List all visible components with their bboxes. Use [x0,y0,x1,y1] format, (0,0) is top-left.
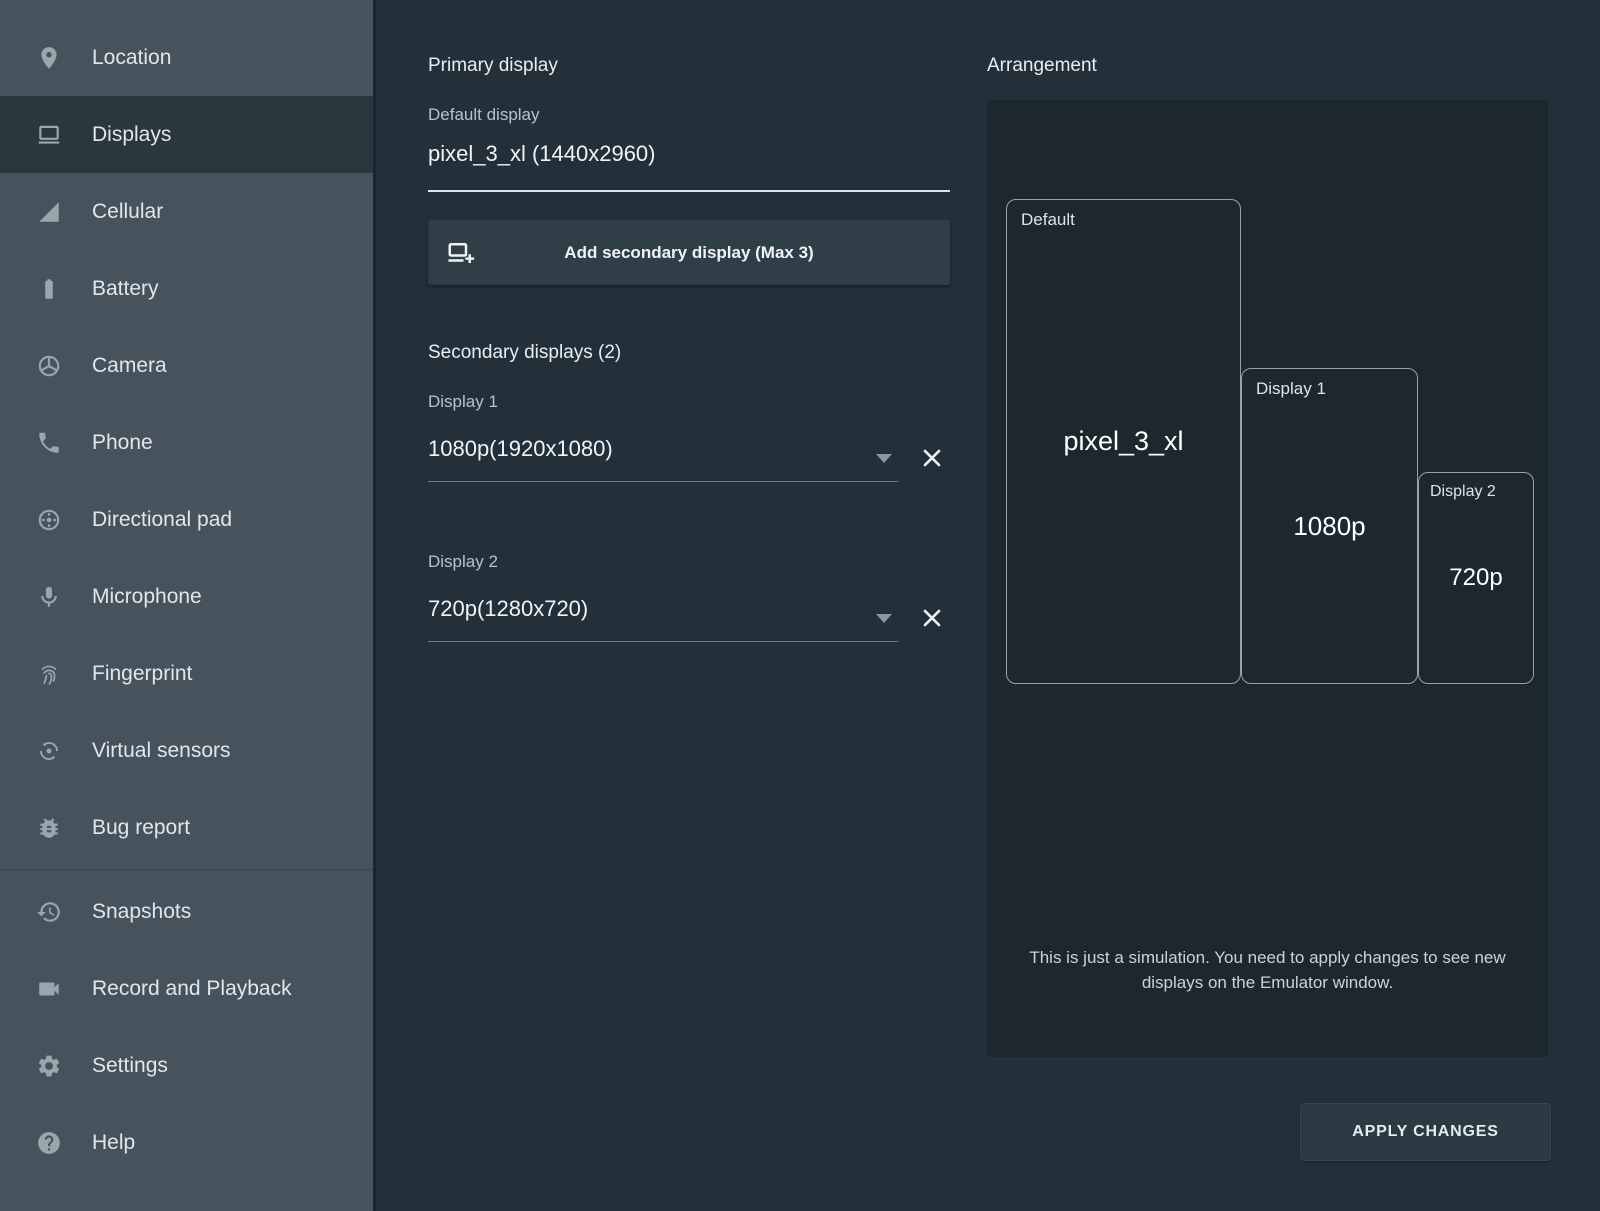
arrangement-box-display-2-label: Display 2 [1430,483,1496,501]
camera-icon [36,353,62,379]
chevron-down-icon[interactable] [876,454,892,463]
fingerprint-icon [36,661,62,687]
display-1-value: 1080p(1920x1080) [428,436,613,462]
sidebar-item-label: Cellular [92,200,163,224]
display-1-select[interactable]: 1080p(1920x1080) [428,432,898,482]
arrangement-box-display-2-name: 720p [1449,564,1502,592]
default-display-underline [428,190,950,192]
sidebar-item-label: Location [92,46,171,70]
arrangement-box-display-1-name: 1080p [1293,511,1365,542]
location-icon [36,45,62,71]
arrangement-box-default-label: Default [1021,210,1075,230]
apply-changes-button[interactable]: APPLY CHANGES [1300,1103,1551,1161]
sidebar-item-label: Displays [92,123,171,147]
displays-panel: Primary display Default display pixel_3_… [379,0,1600,1211]
battery-icon [36,276,62,302]
sidebar-item-label: Virtual sensors [92,739,231,763]
sidebar-item-phone[interactable]: Phone [0,404,373,481]
display-2-select[interactable]: 720p(1280x720) [428,592,898,642]
display-2-label: Display 2 [428,552,498,572]
sidebar-item-label: Phone [92,431,153,455]
sidebar-item-battery[interactable]: Battery [0,250,373,327]
extended-controls-window: Location Displays Cellular Battery Camer [0,0,1600,1211]
arrangement-box-display-1[interactable]: Display 1 1080p [1241,368,1418,684]
sidebar-item-label: Bug report [92,816,190,840]
sidebar-divider [0,869,373,870]
display-2-value: 720p(1280x720) [428,596,588,622]
arrangement-box-default[interactable]: Default pixel_3_xl [1006,199,1241,684]
sidebar-item-label: Snapshots [92,900,191,924]
displays-icon [36,122,62,148]
sidebar-item-virtual-sensors[interactable]: Virtual sensors [0,712,373,789]
sidebar-item-camera[interactable]: Camera [0,327,373,404]
sidebar-item-help[interactable]: Help [0,1104,373,1181]
record-icon [36,976,62,1002]
cellular-icon [36,199,62,225]
sidebar-item-displays[interactable]: Displays [0,96,373,173]
sidebar-item-directional-pad[interactable]: Directional pad [0,481,373,558]
sidebar-item-microphone[interactable]: Microphone [0,558,373,635]
sidebar-item-label: Help [92,1131,135,1155]
dpad-icon [36,507,62,533]
arrangement-box-display-1-label: Display 1 [1256,379,1326,399]
sidebar-item-label: Fingerprint [92,662,192,686]
sidebar-item-label: Record and Playback [92,977,292,1001]
gear-icon [36,1053,62,1079]
sidebar-item-label: Battery [92,277,159,301]
virtual-sensors-icon [36,738,62,764]
sidebar-item-record-and-playback[interactable]: Record and Playback [0,950,373,1027]
sidebar-item-label: Microphone [92,585,202,609]
sidebar-item-bug-report[interactable]: Bug report [0,789,373,866]
display-1-label: Display 1 [428,392,498,412]
microphone-icon [36,584,62,610]
remove-display-2-button[interactable] [919,603,949,633]
bug-icon [36,815,62,841]
default-display-value: pixel_3_xl (1440x2960) [428,141,656,167]
sidebar-item-label: Camera [92,354,167,378]
sidebar-item-location[interactable]: Location [0,19,373,96]
sidebar-item-settings[interactable]: Settings [0,1027,373,1104]
sidebar-item-fingerprint[interactable]: Fingerprint [0,635,373,712]
sidebar: Location Displays Cellular Battery Camer [0,0,376,1211]
phone-icon [36,430,62,456]
help-icon [36,1130,62,1156]
add-display-icon [446,238,476,268]
add-secondary-display-label: Add secondary display (Max 3) [564,243,813,263]
chevron-down-icon[interactable] [876,614,892,623]
arrangement-box-default-name: pixel_3_xl [1063,426,1183,457]
secondary-displays-heading: Secondary displays (2) [428,342,621,364]
add-secondary-display-button[interactable]: Add secondary display (Max 3) [428,220,950,285]
simulation-note: This is just a simulation. You need to a… [1028,945,1508,995]
arrangement-box-display-2[interactable]: Display 2 720p [1418,472,1534,684]
sidebar-item-label: Settings [92,1054,168,1078]
sidebar-item-snapshots[interactable]: Snapshots [0,873,373,950]
remove-display-1-button[interactable] [919,443,949,473]
arrangement-panel: Default pixel_3_xl Display 1 1080p Displ… [987,100,1548,1057]
sidebar-item-cellular[interactable]: Cellular [0,173,373,250]
snapshots-icon [36,899,62,925]
default-display-label: Default display [428,105,540,125]
sidebar-item-label: Directional pad [92,508,232,532]
arrangement-heading: Arrangement [987,55,1097,77]
primary-display-heading: Primary display [428,55,558,77]
